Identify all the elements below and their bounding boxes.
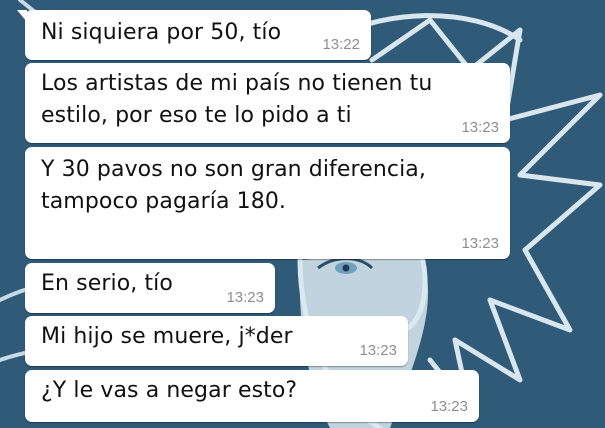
message-bubble-3[interactable]: Y 30 pavos no son gran diferencia, tampo… (25, 147, 510, 259)
message-text: Los artistas de mi país no tienen tu est… (41, 71, 433, 128)
message-bubble-4[interactable]: En serio, tío 13:23 (25, 263, 275, 313)
message-time: 13:23 (226, 289, 264, 306)
message-text: En serio, tío (41, 271, 173, 296)
message-text: Ni siquiera por 50, tío (41, 20, 282, 45)
message-text: Mi hijo se muere, j*der (41, 324, 293, 349)
message-bubble-2[interactable]: Los artistas de mi país no tienen tu est… (25, 63, 510, 143)
message-bubble-5[interactable]: Mi hijo se muere, j*der 13:23 (25, 316, 408, 366)
message-text: ¿Y le vas a negar esto? (41, 378, 298, 403)
message-time: 13:23 (461, 119, 499, 136)
message-bubble-6[interactable]: ¿Y le vas a negar esto? 13:23 (25, 370, 479, 422)
message-time: 13:23 (461, 235, 499, 252)
message-time: 13:22 (322, 36, 360, 53)
message-time: 13:23 (359, 342, 397, 359)
message-time: 13:23 (430, 398, 468, 415)
message-text: Y 30 pavos no son gran diferencia, tampo… (41, 157, 426, 214)
message-bubble-1[interactable]: Ni siquiera por 50, tío 13:22 (17, 10, 371, 60)
bubble-tail (17, 10, 27, 22)
